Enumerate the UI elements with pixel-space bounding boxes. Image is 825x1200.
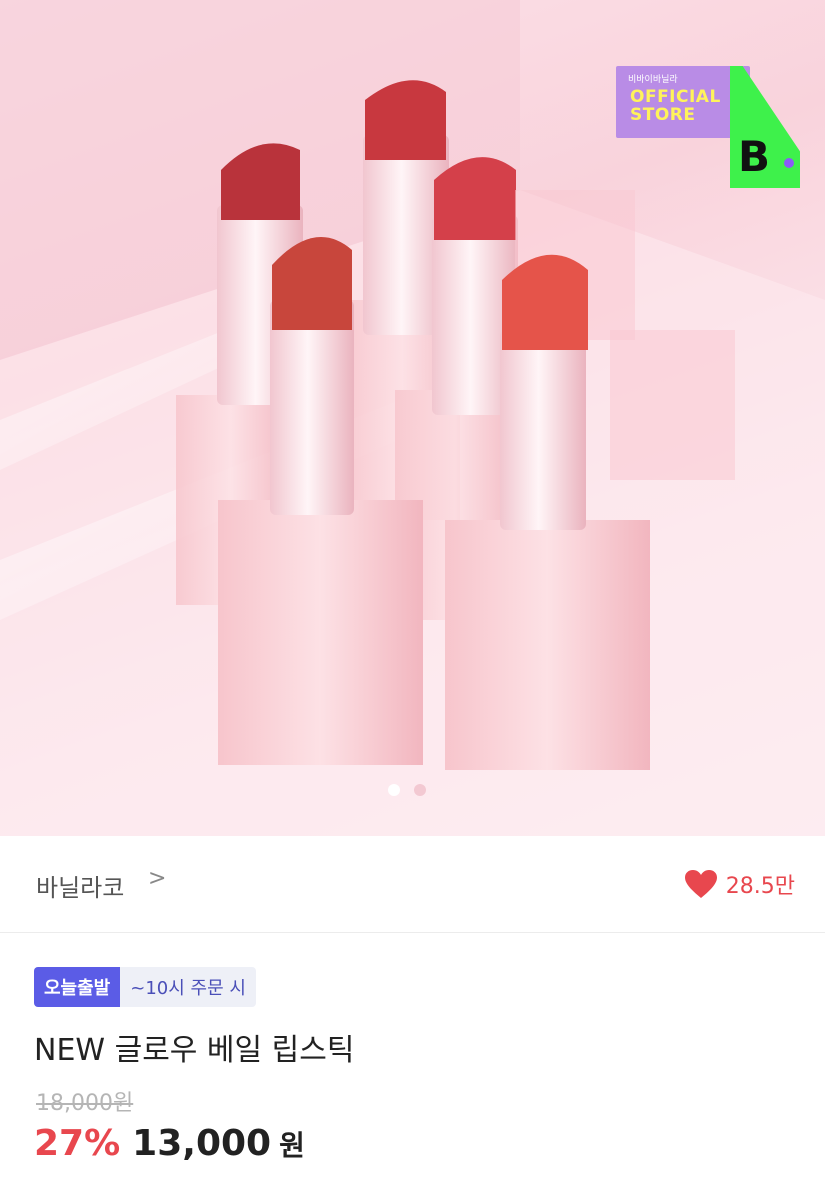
badge-brand-label: 비바이바닐라 (628, 75, 678, 85)
b-logo-icon: B (738, 132, 771, 181)
badge-official-text: OFFICIAL STORE (630, 87, 721, 125)
sale-price: 13,000 (132, 1123, 272, 1164)
brand-row: 바닐라코 > 28.5만 (0, 836, 825, 933)
discount-rate: 27% (34, 1123, 121, 1164)
brand-link[interactable]: 바닐라코 (36, 868, 124, 903)
official-store-badge: 비바이바닐라 OFFICIAL STORE B (612, 64, 802, 190)
product-title: NEW 글로우 베일 립스틱 (34, 1033, 355, 1068)
logo-dot (784, 158, 794, 168)
original-price: 18,000원 (36, 1091, 134, 1116)
price-row: 27% 13,000 원 (34, 1123, 305, 1164)
like-button[interactable]: 28.5만 (684, 868, 795, 900)
product-image-carousel[interactable]: 비바이바닐라 OFFICIAL STORE B (0, 0, 825, 836)
carousel-pager (388, 784, 426, 796)
heart-icon[interactable] (684, 869, 718, 899)
pager-dot-active[interactable] (388, 784, 400, 796)
order-cutoff-label: ~10시 주문 시 (120, 967, 256, 1007)
today-shipping-badge: 오늘출발 (34, 967, 121, 1007)
chevron-right-icon[interactable]: > (148, 866, 166, 891)
brand-name[interactable]: 바닐라코 (36, 874, 124, 902)
currency-unit: 원 (279, 1129, 305, 1162)
pager-dot[interactable] (414, 784, 426, 796)
like-count: 28.5만 (725, 874, 795, 899)
shipping-tags: 오늘출발 ~10시 주문 시 (34, 967, 256, 1007)
